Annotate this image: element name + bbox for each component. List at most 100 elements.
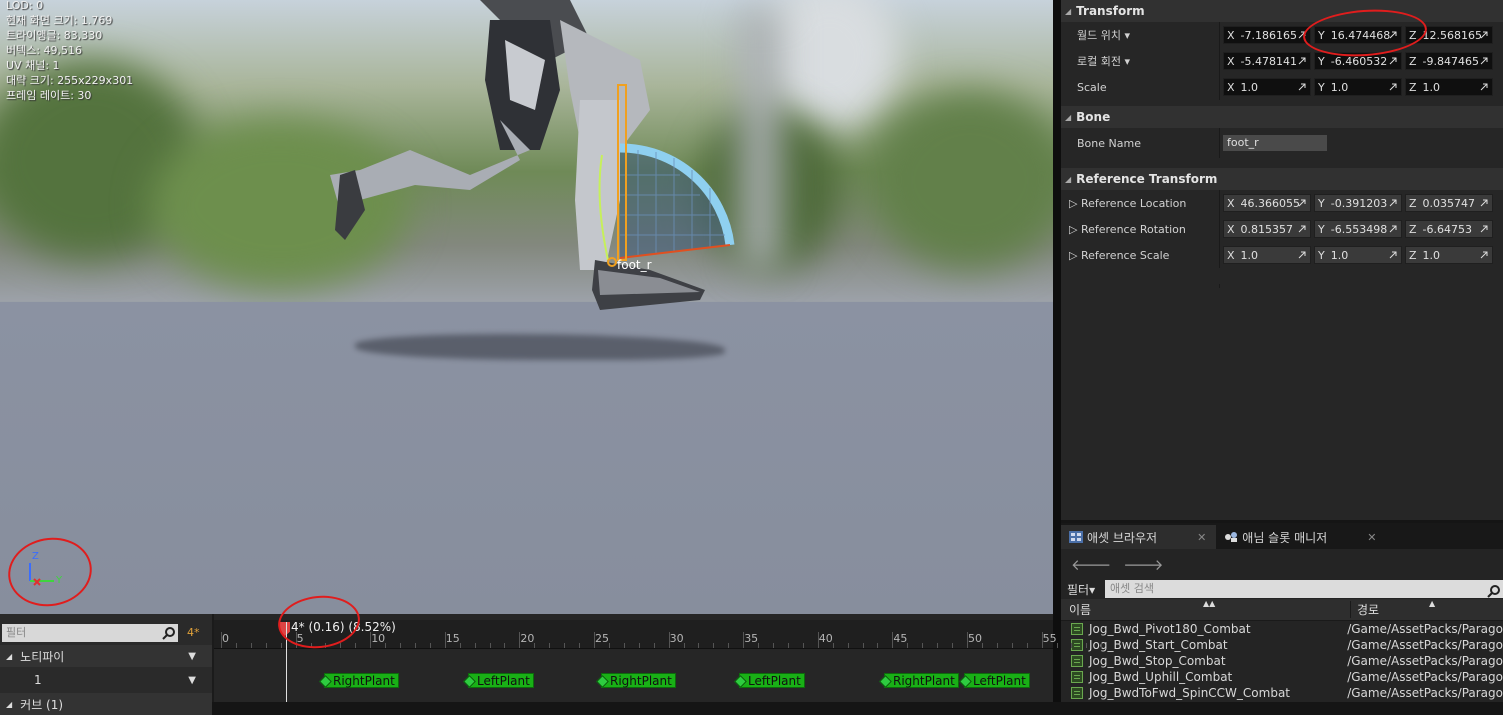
list-item[interactable]: Jog_BwdToFwd_SpinCCW_Combat/Game/AssetPa… bbox=[1061, 685, 1503, 701]
spin-icon bbox=[1480, 251, 1488, 259]
x-field[interactable]: X 46.366055 bbox=[1223, 194, 1311, 212]
local-rotation-row: 로컬 회전 ▾ X -5.478141 Y -6.460532 Z -9.847465 bbox=[1061, 48, 1503, 74]
reference-rotation-label[interactable]: ▷ Reference Rotation bbox=[1061, 223, 1219, 236]
z-field[interactable]: Z 0.035747 bbox=[1405, 194, 1493, 212]
close-icon[interactable]: ✕ bbox=[1197, 531, 1206, 544]
spin-icon bbox=[1298, 251, 1306, 259]
z-field[interactable]: Z 1.0 bbox=[1405, 78, 1493, 96]
list-item[interactable]: Jog_Bwd_Start_Combat/Game/AssetPacks/Par… bbox=[1061, 637, 1503, 653]
spin-icon bbox=[1480, 225, 1488, 233]
transform-category[interactable]: ◢ Transform bbox=[1061, 0, 1503, 22]
tick-label: 50 bbox=[968, 632, 982, 645]
anim-sequence-icon bbox=[1071, 639, 1083, 651]
table-header: 이름 경로 ▲▲ ▲ bbox=[1061, 599, 1503, 621]
spin-icon bbox=[1298, 225, 1306, 233]
track-1[interactable]: 1 ▼ bbox=[0, 669, 212, 691]
tick-label: 45 bbox=[893, 632, 908, 645]
spin-icon bbox=[1389, 57, 1397, 65]
close-icon[interactable]: ✕ bbox=[1367, 531, 1376, 544]
category-title: Transform bbox=[1076, 4, 1145, 18]
tick-label: 30 bbox=[669, 632, 684, 645]
spin-icon bbox=[1298, 199, 1306, 207]
timeline-panel: 필터 4* ◢ 노티파이 ▼ 1 ▼ ◢ 커브 (1) 0 5 10 15 20 25 30… bbox=[0, 591, 1103, 715]
list-item[interactable]: Jog_Bwd_Uphill_Combat/Game/AssetPacks/Pa… bbox=[1061, 669, 1503, 685]
tick-line bbox=[221, 632, 222, 648]
notify-marker[interactable]: RightPlant bbox=[884, 673, 959, 688]
filter-search-bar: 필터▾ 애셋 검색 bbox=[1061, 579, 1503, 599]
z-field[interactable]: Z -9.847465 bbox=[1405, 52, 1493, 70]
search-icon[interactable] bbox=[162, 626, 176, 640]
reference-rotation-row: ▷ Reference Rotation X 0.815357 Y -6.55349… bbox=[1061, 216, 1503, 242]
reference-scale-row: ▷ Reference Scale X 1.0 Y 1.0 Z 1.0 bbox=[1061, 242, 1503, 268]
spin-icon bbox=[1389, 83, 1397, 91]
tick-line bbox=[370, 632, 372, 648]
notify-marker[interactable]: LeftPlant bbox=[964, 673, 1030, 688]
track-notify[interactable]: ◢ 노티파이 ▼ bbox=[0, 645, 212, 667]
notify-marker[interactable]: LeftPlant bbox=[468, 673, 534, 688]
list-item[interactable]: Jog_Bwd_Stop_Combat/Game/AssetPacks/Para… bbox=[1061, 653, 1503, 669]
tab-anim-slot-manager[interactable]: 애님 슬롯 매니저 ✕ bbox=[1216, 525, 1386, 549]
tick-minor bbox=[1086, 643, 1088, 648]
y-field[interactable]: Y -0.391203 bbox=[1314, 194, 1402, 212]
tick-label: 15 bbox=[445, 632, 460, 645]
notify-marker[interactable]: LeftPlant bbox=[739, 673, 805, 688]
y-field[interactable]: Y 1.0 bbox=[1314, 246, 1402, 264]
y-field[interactable]: Y 1.0 bbox=[1314, 78, 1402, 96]
tick-label: 25 bbox=[595, 632, 609, 645]
anim-sequence-icon bbox=[1071, 655, 1083, 667]
bone-category[interactable]: ◢ Bone bbox=[1061, 106, 1503, 128]
reference-scale-label[interactable]: ▷ Reference Scale bbox=[1061, 249, 1219, 262]
panel-splitter[interactable] bbox=[1053, 0, 1061, 702]
viewport[interactable]: foot_r LOD: 0 현재 화면 크기: 1.769 트라이앵글: 83,… bbox=[0, 0, 1053, 614]
filter-dropdown[interactable]: 필터▾ bbox=[1067, 581, 1105, 598]
notify-marker[interactable]: RightPlant bbox=[601, 673, 676, 688]
collapse-icon[interactable]: ◢ bbox=[6, 652, 12, 661]
tick-line bbox=[444, 632, 446, 648]
x-field[interactable]: X -7.186165 bbox=[1223, 26, 1311, 44]
spin-icon bbox=[1298, 57, 1306, 65]
column-path[interactable]: 경로 bbox=[1351, 601, 1379, 618]
track-curves[interactable]: ◢ 커브 (1) bbox=[0, 693, 212, 715]
forward-arrow-icon[interactable]: 🡒 bbox=[1123, 555, 1163, 574]
x-field[interactable]: X 0.815357 bbox=[1223, 220, 1311, 238]
dropdown-icon[interactable]: ▾ bbox=[1124, 55, 1130, 68]
category-title: Reference Transform bbox=[1076, 172, 1218, 186]
dropdown-icon[interactable]: ▾ bbox=[1124, 29, 1130, 42]
nav-bar: 🡐 🡒 bbox=[1061, 549, 1503, 579]
dropdown-icon[interactable]: ▼ bbox=[188, 675, 196, 686]
timeline-filter-input[interactable]: 필터 bbox=[2, 624, 178, 642]
tab-asset-browser[interactable]: 애셋 브라우저 ✕ bbox=[1061, 525, 1217, 549]
spin-icon bbox=[1480, 199, 1488, 207]
world-location-label[interactable]: 월드 위치 ▾ bbox=[1061, 27, 1219, 43]
x-field[interactable]: X -5.478141 bbox=[1223, 52, 1311, 70]
dropdown-icon[interactable]: ▼ bbox=[188, 651, 196, 662]
stat-line: UV 채널: 1 bbox=[6, 59, 60, 72]
stat-line: 대략 크기: 255x229x301 bbox=[6, 74, 134, 87]
local-rotation-label[interactable]: 로컬 회전 ▾ bbox=[1061, 53, 1219, 69]
tick-line bbox=[1041, 632, 1043, 648]
slot-manager-icon bbox=[1225, 532, 1238, 542]
reference-transform-category[interactable]: ◢ Reference Transform bbox=[1061, 168, 1503, 190]
list-item[interactable]: Jog_Bwd_Pivot180_Combat/Game/AssetPacks/… bbox=[1061, 621, 1503, 637]
notify-marker[interactable]: RightPlant bbox=[324, 673, 399, 688]
x-field[interactable]: X 1.0 bbox=[1223, 246, 1311, 264]
back-arrow-icon[interactable]: 🡐 bbox=[1071, 555, 1111, 574]
tick-line bbox=[967, 632, 968, 648]
bone-name-field[interactable]: foot_r bbox=[1223, 135, 1327, 151]
tick-label: 35 bbox=[744, 632, 759, 645]
z-field[interactable]: Z -6.64753 bbox=[1405, 220, 1493, 238]
z-field[interactable]: Z 1.0 bbox=[1405, 246, 1493, 264]
tab-label: 애님 슬롯 매니저 bbox=[1242, 530, 1328, 545]
reference-location-label[interactable]: ▷ Reference Location bbox=[1061, 197, 1219, 210]
collapse-icon: ◢ bbox=[1065, 6, 1072, 16]
rotation-gizmo[interactable] bbox=[590, 80, 740, 275]
expand-icon[interactable]: ▷ bbox=[1069, 249, 1077, 262]
asset-browser-icon bbox=[1069, 531, 1083, 543]
expand-icon[interactable]: ▷ bbox=[1069, 223, 1077, 236]
search-icon[interactable] bbox=[1487, 584, 1501, 598]
collapse-icon[interactable]: ◢ bbox=[6, 700, 12, 709]
asset-search-input[interactable]: 애셋 검색 bbox=[1105, 580, 1503, 598]
y-field[interactable]: Y -6.553498 bbox=[1314, 220, 1402, 238]
expand-icon[interactable]: ▷ bbox=[1069, 197, 1077, 210]
x-field[interactable]: X 1.0 bbox=[1223, 78, 1311, 96]
